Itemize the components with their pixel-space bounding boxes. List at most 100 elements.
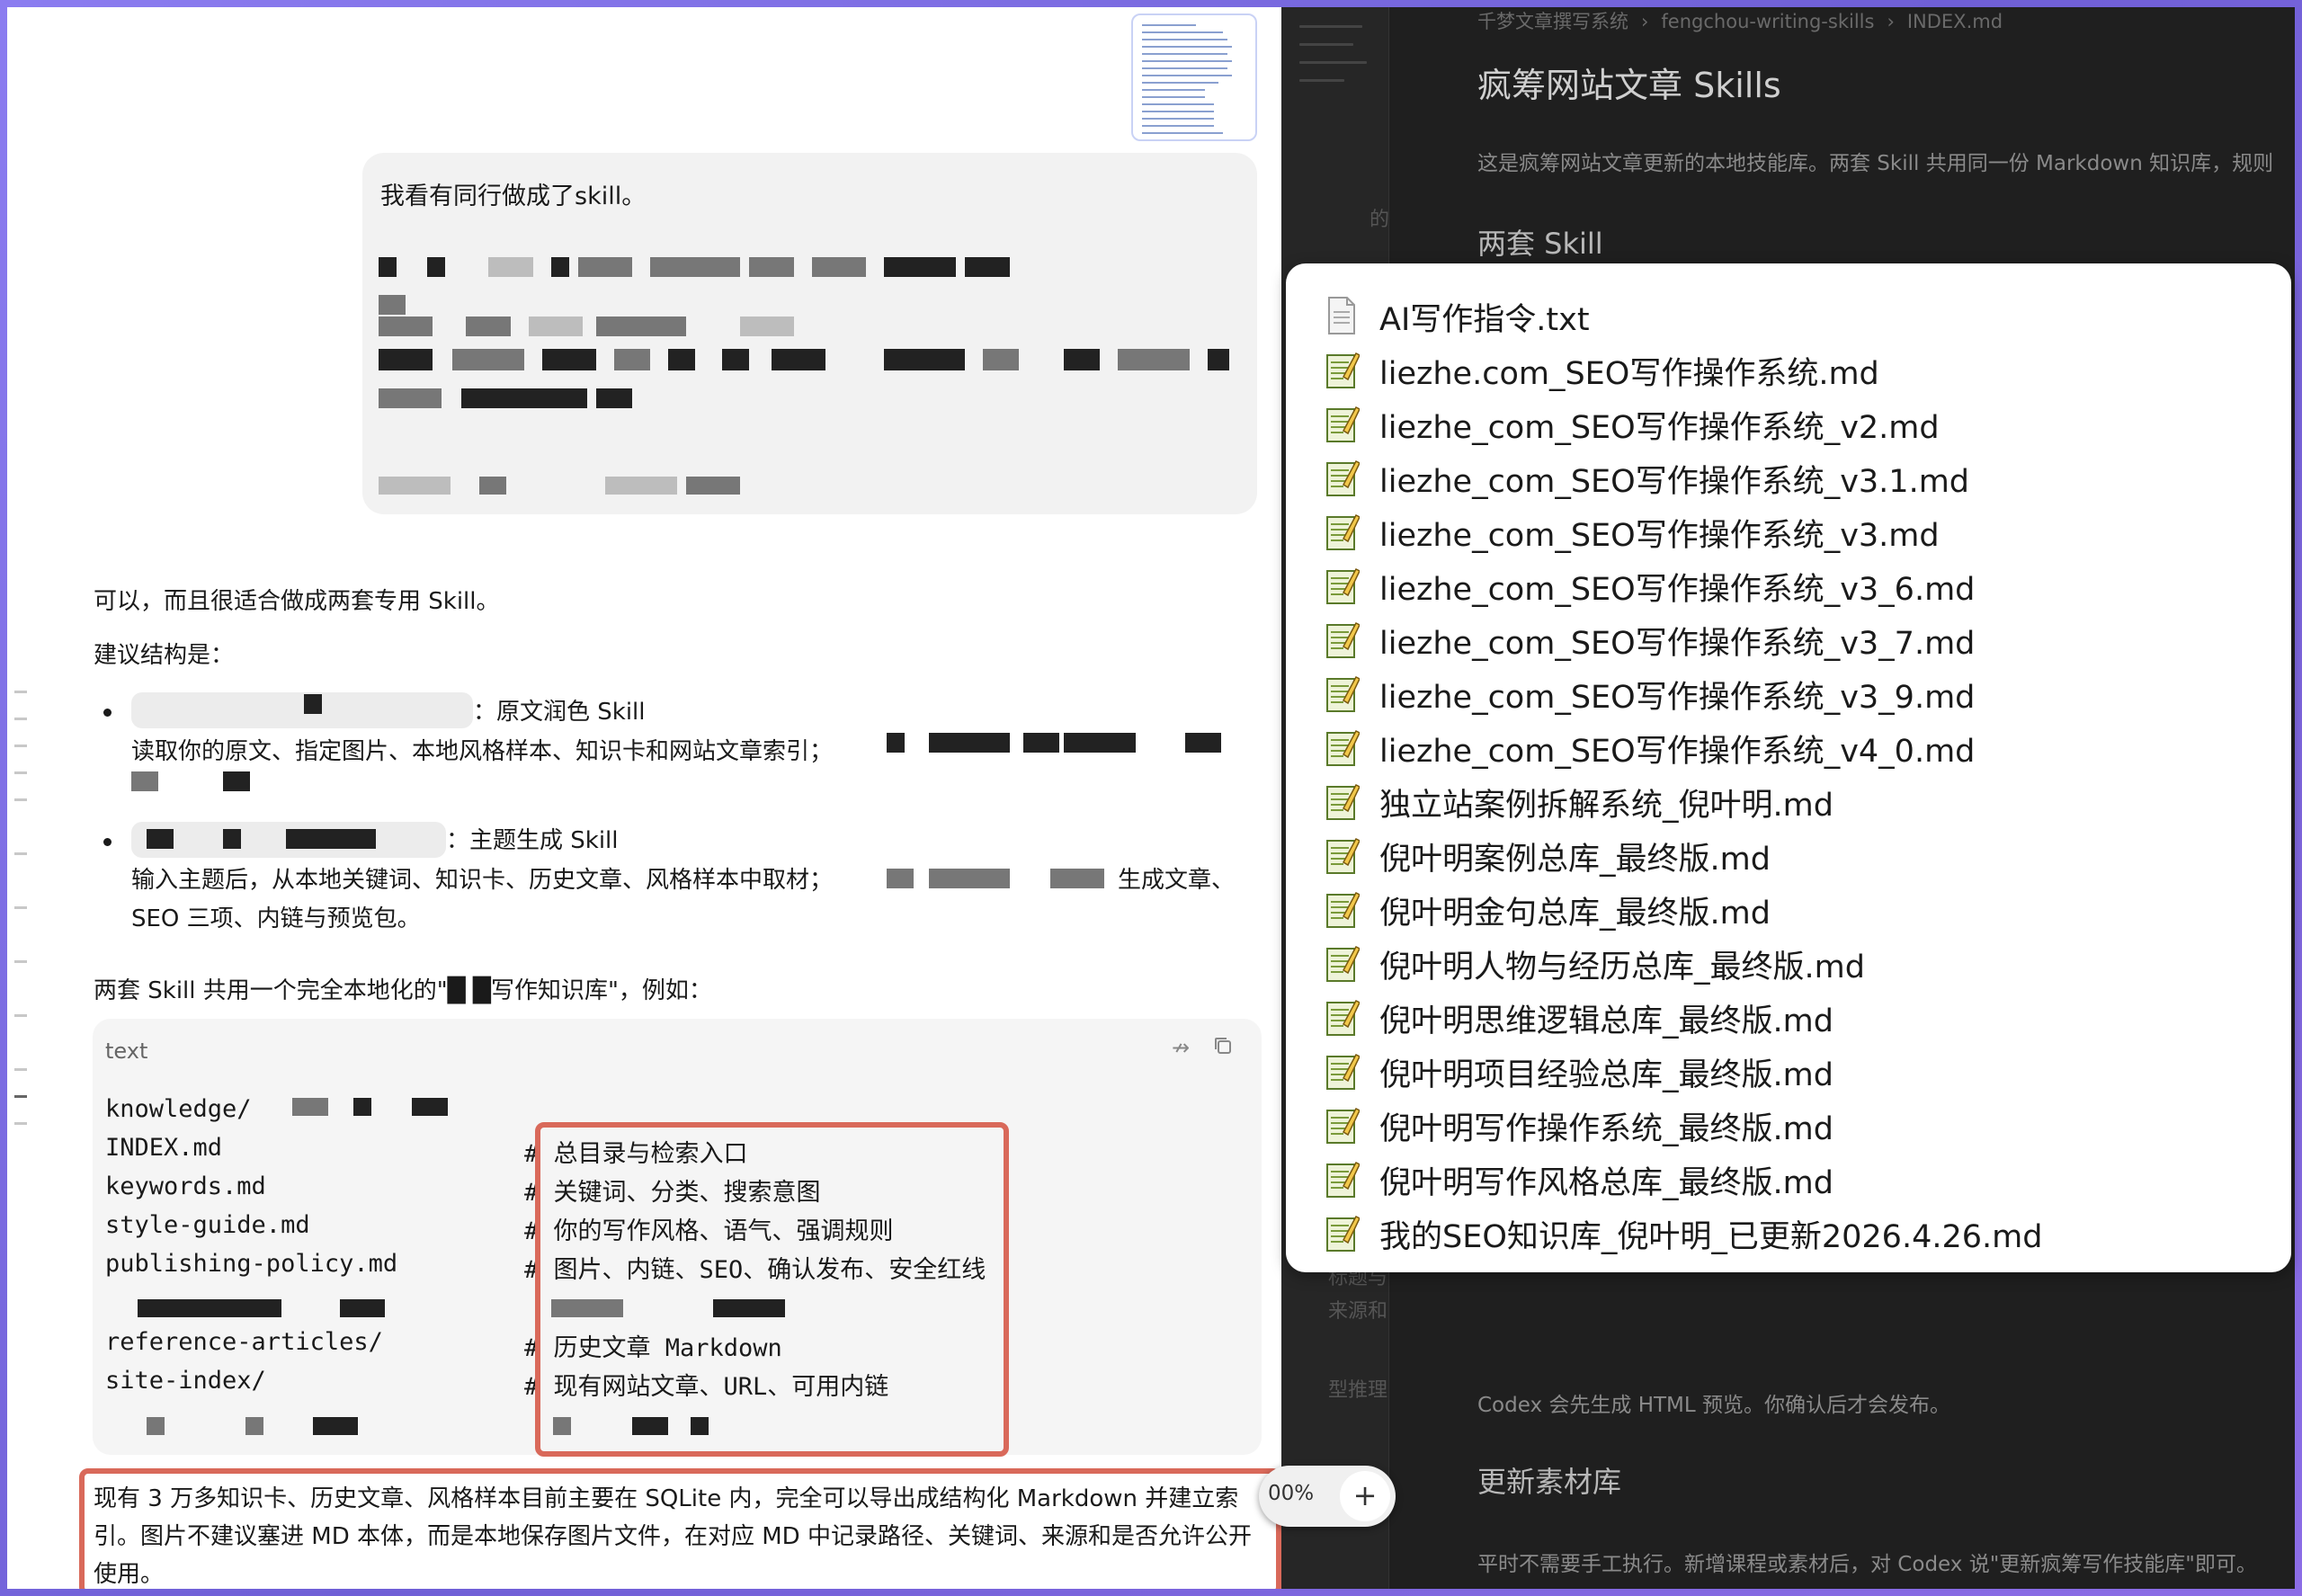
thumb-line bbox=[1142, 96, 1205, 98]
redacted-block bbox=[542, 349, 596, 370]
markdown-file-icon bbox=[1326, 784, 1360, 820]
attachment-thumbnail[interactable] bbox=[1131, 13, 1257, 141]
copy-icon[interactable] bbox=[1212, 1035, 1234, 1057]
file-item[interactable]: 倪叶明人物与经历总库_最终版.md bbox=[1324, 938, 2250, 988]
file-item[interactable]: 倪叶明案例总库_最终版.md bbox=[1324, 830, 2250, 880]
redacted-block bbox=[884, 349, 965, 370]
annotation-highlight-box bbox=[535, 1122, 1009, 1457]
gutter-marker bbox=[14, 771, 27, 774]
redacted-block bbox=[772, 349, 825, 370]
file-item[interactable]: liezhe_com_SEO写作操作系统_v3_7.md bbox=[1324, 614, 2250, 664]
thumb-line bbox=[1142, 46, 1232, 48]
doc-intro: 这是疯筹网站文章更新的本地技能库。两套 Skill 共用同一份 Markdown… bbox=[1477, 152, 2274, 175]
redacted-block bbox=[887, 869, 914, 888]
file-item[interactable]: liezhe_com_SEO写作操作系统_v3_9.md bbox=[1324, 668, 2250, 718]
file-name: liezhe_com_SEO写作操作系统_v2.md bbox=[1379, 410, 1940, 446]
markdown-file-icon bbox=[1326, 838, 1360, 874]
markdown-file-icon bbox=[1326, 892, 1360, 928]
redacted-block bbox=[929, 733, 1010, 753]
redacted-block bbox=[884, 257, 956, 277]
sidebar-fragment: 来源和 bbox=[1328, 1300, 1388, 1323]
bullet1-title: ：原文润色 Skill bbox=[473, 699, 646, 726]
redacted-block bbox=[1064, 733, 1136, 753]
redacted-block bbox=[223, 829, 241, 849]
zoom-in-button[interactable]: + bbox=[1340, 1471, 1390, 1521]
thumb-line bbox=[1142, 60, 1232, 62]
file-item[interactable]: 我的SEO知识库_倪叶明_已更新2026.4.26.md bbox=[1324, 1208, 2250, 1258]
redacted-block bbox=[596, 317, 686, 336]
thumb-line bbox=[1142, 89, 1205, 91]
breadcrumb-item[interactable]: INDEX.md bbox=[1907, 11, 2003, 32]
redacted-block bbox=[551, 257, 569, 277]
redacted-block bbox=[529, 317, 583, 336]
annotation-highlight-box bbox=[79, 1468, 1281, 1589]
user-message-bubble: 我看有同行做成了skill。 bbox=[362, 153, 1257, 514]
thumb-line bbox=[1142, 53, 1227, 55]
file-item[interactable]: liezhe_com_SEO写作操作系统_v3.1.md bbox=[1324, 452, 2250, 503]
redacted-block bbox=[749, 257, 794, 277]
file-item[interactable]: liezhe_com_SEO写作操作系统_v3.md bbox=[1324, 506, 2250, 557]
breadcrumb-item[interactable]: fengchou-writing-skills bbox=[1661, 11, 1874, 32]
redacted-block bbox=[668, 349, 695, 370]
redacted-block bbox=[452, 349, 524, 370]
thumb-line bbox=[1142, 39, 1227, 40]
file-item[interactable]: 倪叶明项目经验总库_最终版.md bbox=[1324, 1046, 2250, 1096]
redacted-block bbox=[479, 477, 506, 495]
code-path: publishing-policy.md bbox=[105, 1250, 398, 1278]
redacted-block bbox=[353, 1098, 371, 1116]
wrap-toggle-icon[interactable]: ↛ bbox=[1172, 1035, 1190, 1060]
file-name: 倪叶明案例总库_最终版.md bbox=[1379, 842, 1771, 878]
redacted-block bbox=[596, 388, 632, 408]
gutter-marker bbox=[14, 960, 27, 963]
redacted-block bbox=[578, 257, 632, 277]
gutter-marker bbox=[14, 1122, 27, 1125]
markdown-file-icon bbox=[1326, 514, 1360, 550]
sidebar-fragment: 型推理 bbox=[1328, 1379, 1388, 1402]
file-name: 独立站案例拆解系统_倪叶明.md bbox=[1379, 788, 1834, 824]
gutter-marker bbox=[14, 691, 27, 693]
markdown-file-icon bbox=[1326, 1108, 1360, 1144]
markdown-file-icon bbox=[1326, 352, 1360, 388]
breadcrumb-item[interactable]: 千梦文章撰写系统 bbox=[1477, 11, 1628, 32]
markdown-file-icon bbox=[1326, 406, 1360, 442]
file-item[interactable]: liezhe_com_SEO写作操作系统_v2.md bbox=[1324, 398, 2250, 449]
file-name: liezhe.com_SEO写作操作系统.md bbox=[1379, 356, 1879, 392]
redacted-block bbox=[304, 694, 322, 714]
redacted-block bbox=[147, 1417, 165, 1435]
structure-label: 建议结构是： bbox=[94, 642, 235, 669]
gutter-marker bbox=[14, 906, 27, 909]
file-item[interactable]: 倪叶明写作风格总库_最终版.md bbox=[1324, 1154, 2250, 1204]
file-item[interactable]: 倪叶明写作操作系统_最终版.md bbox=[1324, 1100, 2250, 1150]
file-item[interactable]: liezhe_com_SEO写作操作系统_v3_6.md bbox=[1324, 560, 2250, 611]
file-item[interactable]: liezhe_com_SEO写作操作系统_v4_0.md bbox=[1324, 722, 2250, 772]
thumb-line bbox=[1142, 31, 1223, 33]
markdown-file-icon bbox=[1326, 676, 1360, 712]
thumb-line bbox=[1142, 103, 1214, 105]
redacted-block bbox=[379, 295, 406, 315]
file-item[interactable]: 倪叶明思维逻辑总库_最终版.md bbox=[1324, 992, 2250, 1042]
thumb-line bbox=[1142, 132, 1223, 134]
file-item[interactable]: 倪叶明金句总库_最终版.md bbox=[1324, 884, 2250, 934]
file-name: liezhe_com_SEO写作操作系统_v3.md bbox=[1379, 518, 1940, 554]
file-name: liezhe_com_SEO写作操作系统_v3.1.md bbox=[1379, 464, 1970, 500]
redacted-block bbox=[340, 1299, 385, 1317]
redacted-block bbox=[131, 771, 158, 791]
gutter-marker bbox=[14, 745, 27, 747]
redacted-block bbox=[965, 257, 1010, 277]
gutter-marker bbox=[14, 798, 27, 801]
file-name: liezhe_com_SEO写作操作系统_v4_0.md bbox=[1379, 734, 1976, 770]
file-name: liezhe_com_SEO写作操作系统_v3_6.md bbox=[1379, 572, 1976, 608]
gutter-marker-active[interactable] bbox=[14, 1095, 27, 1098]
file-name: 倪叶明金句总库_最终版.md bbox=[1379, 896, 1771, 932]
doc-codex-note: Codex 会先生成 HTML 预览。你确认后才会发布。 bbox=[1477, 1394, 1951, 1417]
bullet-dot bbox=[103, 709, 112, 717]
redacted-block bbox=[650, 257, 740, 277]
file-item[interactable]: liezhe.com_SEO写作操作系统.md bbox=[1324, 344, 2250, 395]
code-path: keywords.md bbox=[105, 1172, 266, 1200]
thumb-line bbox=[1142, 82, 1218, 84]
code-path: knowledge/ bbox=[105, 1095, 252, 1123]
file-item[interactable]: 独立站案例拆解系统_倪叶明.md bbox=[1324, 776, 2250, 826]
file-item[interactable]: AI写作指令.txt bbox=[1324, 290, 2250, 341]
markdown-file-icon bbox=[1326, 460, 1360, 496]
file-name: AI写作指令.txt bbox=[1379, 302, 1590, 338]
